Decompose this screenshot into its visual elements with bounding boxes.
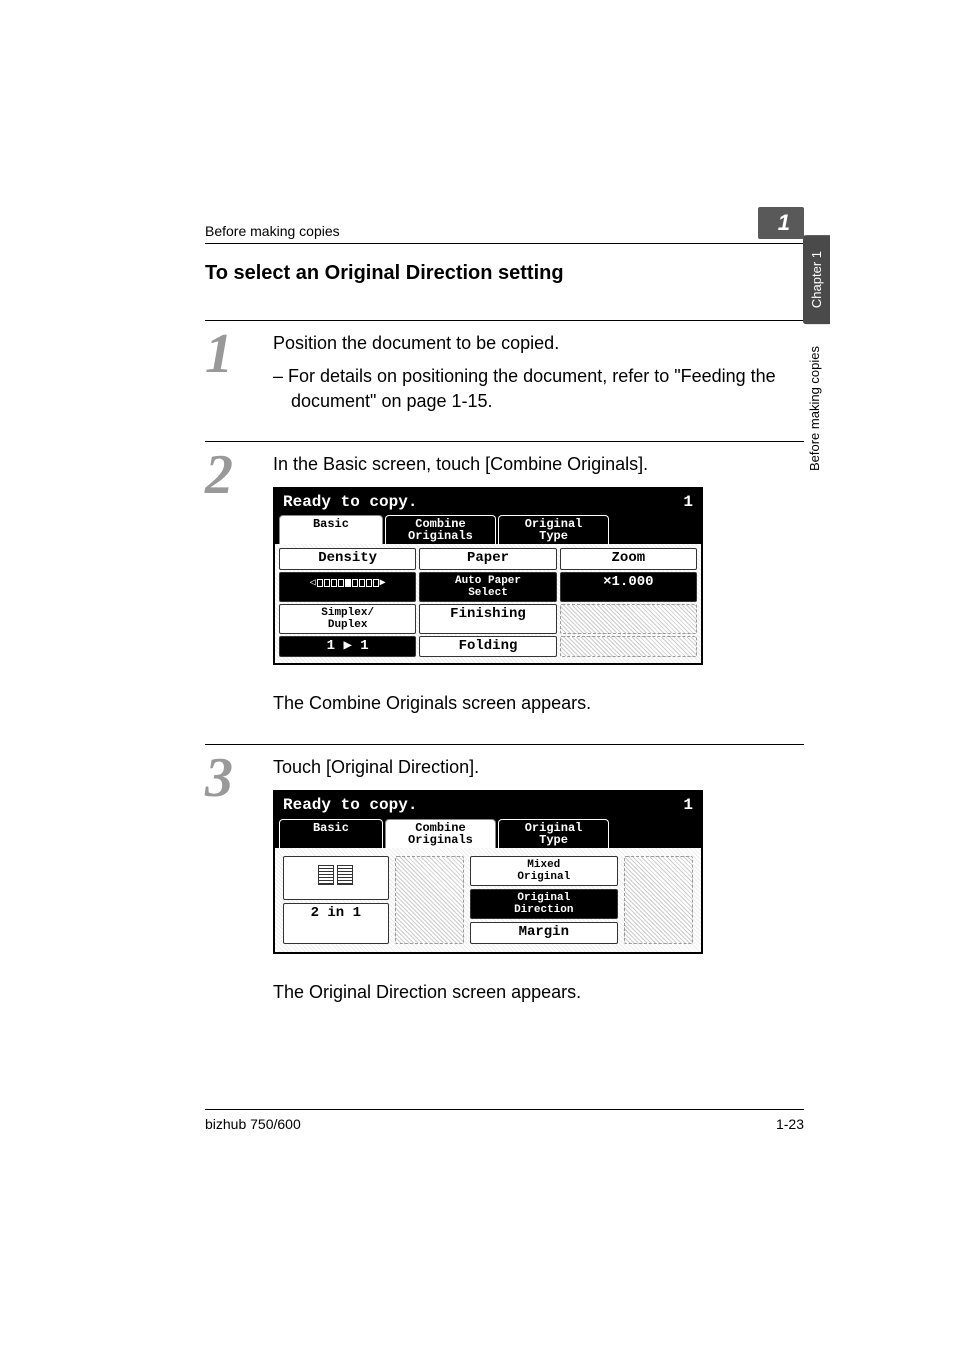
step-followup: The Original Direction screen appears. bbox=[273, 982, 804, 1003]
lcd-screen-basic: Ready to copy. 1 Basic Combine Originals… bbox=[273, 487, 703, 666]
lcd-density-label[interactable]: Density bbox=[279, 548, 416, 569]
lcd-finishing-button[interactable]: Finishing bbox=[419, 604, 556, 634]
lcd-paper-label[interactable]: Paper bbox=[419, 548, 556, 569]
lcd-empty-cell bbox=[560, 636, 697, 657]
lcd-empty-area bbox=[395, 856, 464, 944]
step-text: In the Basic screen, touch [Combine Orig… bbox=[273, 452, 804, 477]
lcd-tab-original-type[interactable]: Original Type bbox=[498, 515, 609, 544]
page-icon bbox=[318, 865, 334, 885]
lcd-tab-original-type[interactable]: Original Type bbox=[498, 819, 609, 848]
lcd-tab-combine[interactable]: Combine Originals bbox=[385, 819, 496, 848]
running-header-text: Before making copies bbox=[205, 223, 340, 239]
lcd-simplex-label[interactable]: Simplex/ Duplex bbox=[279, 604, 416, 634]
lcd-zoom-label[interactable]: Zoom bbox=[560, 548, 697, 569]
lcd-folding-button[interactable]: Folding bbox=[419, 636, 556, 657]
lcd-simplex-value[interactable]: 1 ▶ 1 bbox=[279, 636, 416, 657]
lcd-status: Ready to copy. bbox=[283, 491, 417, 513]
lcd-original-direction-button[interactable]: Original Direction bbox=[470, 889, 618, 919]
lcd-count: 1 bbox=[683, 794, 693, 816]
step-number: 1 bbox=[205, 329, 255, 415]
side-tab-chapter: Chapter 1 bbox=[803, 235, 830, 324]
lcd-density-bar[interactable]: ◁▶ bbox=[279, 572, 416, 602]
lcd-zoom-value[interactable]: ×1.000 bbox=[560, 572, 697, 602]
lcd-empty-area bbox=[624, 856, 693, 944]
side-tab-section: Before making copies bbox=[803, 330, 826, 487]
step-number: 3 bbox=[205, 753, 255, 963]
step-followup: The Combine Originals screen appears. bbox=[273, 693, 804, 714]
step-number: 2 bbox=[205, 450, 255, 676]
lcd-2in1-button[interactable]: 2 in 1 bbox=[283, 903, 389, 943]
page-icon bbox=[337, 865, 353, 885]
section-heading: To select an Original Direction setting bbox=[205, 262, 804, 285]
lcd-margin-button[interactable]: Margin bbox=[470, 922, 618, 943]
step-text: Position the document to be copied. bbox=[273, 331, 804, 356]
step-2: 2 In the Basic screen, touch [Combine Or… bbox=[205, 441, 804, 676]
lcd-count: 1 bbox=[683, 491, 693, 513]
step-text: Touch [Original Direction]. bbox=[273, 755, 804, 780]
step-subitem: – For details on positioning the documen… bbox=[291, 364, 804, 414]
arrow-right-icon: ▶ bbox=[343, 638, 351, 654]
lcd-2in1-preview[interactable] bbox=[283, 856, 389, 900]
step-3: 3 Touch [Original Direction]. Ready to c… bbox=[205, 744, 804, 963]
chapter-flag: 1 bbox=[758, 207, 804, 239]
lcd-tab-basic[interactable]: Basic bbox=[279, 515, 383, 544]
lcd-empty-cell bbox=[560, 604, 697, 634]
lcd-screen-combine: Ready to copy. 1 Basic Combine Originals… bbox=[273, 790, 703, 953]
lcd-tab-combine[interactable]: Combine Originals bbox=[385, 515, 496, 544]
lcd-status: Ready to copy. bbox=[283, 794, 417, 816]
step-1: 1 Position the document to be copied. – … bbox=[205, 320, 804, 415]
lcd-tab-basic[interactable]: Basic bbox=[279, 819, 383, 848]
lcd-paper-mode[interactable]: Auto Paper Select bbox=[419, 572, 556, 602]
footer-model: bizhub 750/600 bbox=[205, 1116, 301, 1132]
lcd-mixed-original-button[interactable]: Mixed Original bbox=[470, 856, 618, 886]
footer-page: 1-23 bbox=[776, 1116, 804, 1132]
